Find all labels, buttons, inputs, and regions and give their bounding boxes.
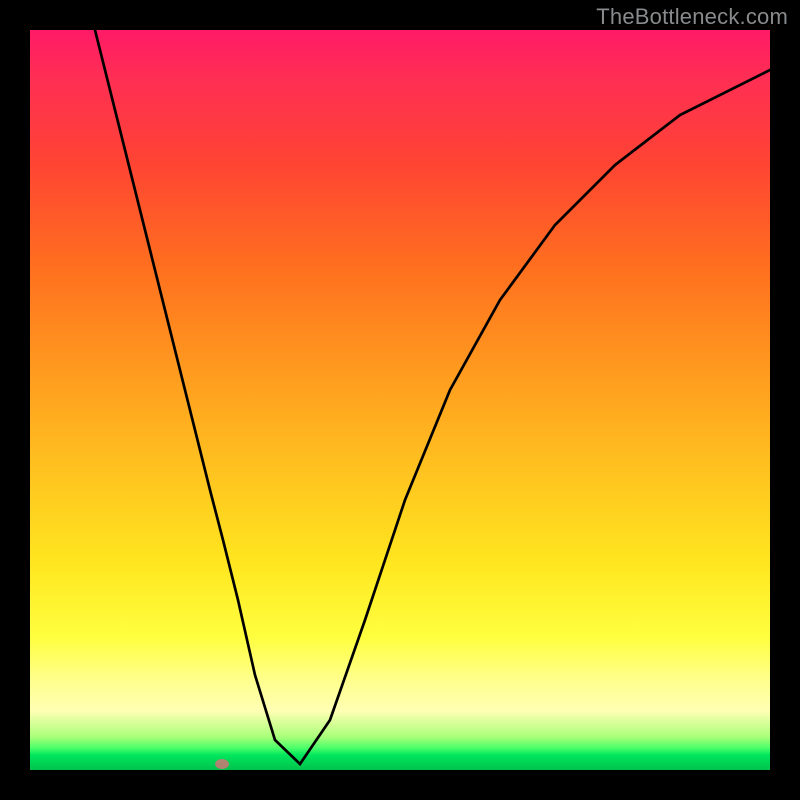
- chart-frame: TheBottleneck.com: [0, 0, 800, 800]
- bottleneck-curve: [30, 30, 770, 770]
- plot-area: [30, 30, 770, 770]
- attribution-text: TheBottleneck.com: [596, 4, 788, 30]
- curve-path: [95, 30, 770, 764]
- minimum-marker: [215, 759, 229, 769]
